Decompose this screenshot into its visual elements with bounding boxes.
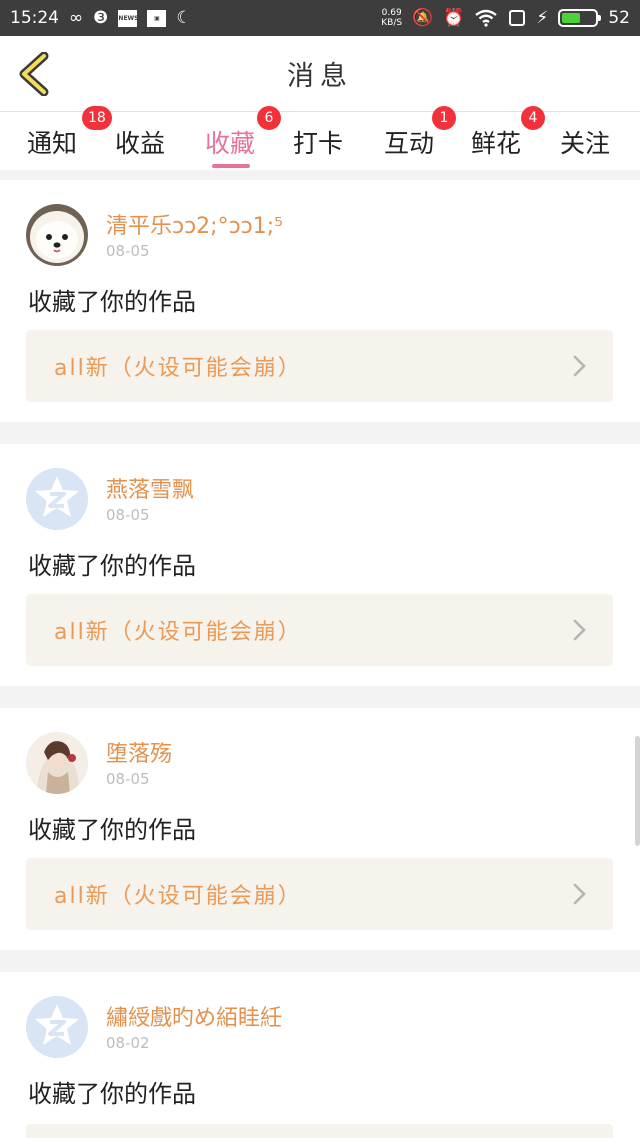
- status-bar: 15:24 ∞ ❸ NEWS ▣ ☾ 0.69 KB/S 🔕 ⏰ ⚡ 52: [0, 0, 640, 36]
- news-icon: NEWS: [118, 9, 138, 27]
- wifi-icon: [475, 9, 498, 27]
- avatar[interactable]: [26, 468, 88, 530]
- username[interactable]: 堕落殇: [106, 736, 172, 768]
- clock: 15:24: [10, 8, 59, 28]
- sync-icon: ❸: [93, 7, 109, 28]
- tab-checkin[interactable]: 打卡: [293, 124, 343, 168]
- action-text: 收藏了你的作品: [28, 816, 196, 844]
- work-title: all新（火设可能会崩）: [54, 620, 302, 645]
- back-arrow-icon[interactable]: [14, 51, 54, 97]
- action-text: 收藏了你的作品: [28, 288, 196, 316]
- work-link[interactable]: all新（火设可能会崩）: [26, 594, 613, 666]
- charging-icon: ⚡: [536, 7, 549, 28]
- battery-icon: [558, 9, 602, 27]
- active-tab-indicator: [212, 164, 250, 168]
- qq-default-icon: [26, 468, 88, 530]
- avatar[interactable]: [26, 732, 88, 794]
- message-card: 堕落殇 08-05 收藏了你的作品 all新（火设可能会崩）: [0, 708, 640, 950]
- username[interactable]: 燕落雪飘: [106, 472, 194, 504]
- work-link[interactable]: [26, 1124, 613, 1138]
- qq-default-icon: [26, 996, 88, 1058]
- tab-flowers[interactable]: 鲜花: [471, 124, 521, 168]
- badge-interaction: 1: [432, 106, 456, 130]
- work-title: all新（火设可能会崩）: [54, 884, 302, 909]
- tab-notice[interactable]: 通知: [27, 124, 77, 168]
- mute-icon: 🔕: [412, 7, 434, 28]
- screen-icon: [509, 10, 526, 26]
- page-title: 消息: [287, 61, 353, 92]
- tab-interaction[interactable]: 互动: [384, 124, 434, 168]
- tab-income[interactable]: 收益: [115, 124, 165, 168]
- alarm-icon: ⏰: [443, 7, 465, 28]
- scrollbar[interactable]: [635, 736, 640, 846]
- chevron-right-icon: [573, 619, 586, 641]
- tab-follow[interactable]: 关注: [560, 124, 610, 168]
- battery-level: 52: [608, 8, 630, 28]
- avatar[interactable]: [26, 204, 88, 266]
- badge-favorites: 6: [257, 106, 281, 130]
- message-date: 08-02: [106, 1034, 150, 1052]
- app-header: 消息: [0, 36, 640, 112]
- work-link[interactable]: all新（火设可能会崩）: [26, 330, 613, 402]
- message-date: 08-05: [106, 242, 150, 260]
- work-title: all新（火设可能会崩）: [54, 356, 302, 381]
- message-date: 08-05: [106, 506, 150, 524]
- tab-favorites[interactable]: 收藏: [205, 124, 255, 168]
- work-link[interactable]: all新（火设可能会崩）: [26, 858, 613, 930]
- badge-flowers: 4: [521, 106, 545, 130]
- badge-notice: 18: [82, 106, 112, 130]
- username[interactable]: 清平乐ɔɔ2;°ɔɔ1;⁵: [106, 208, 283, 240]
- chevron-right-icon: [573, 883, 586, 905]
- moon-icon: ☾: [176, 7, 192, 28]
- avatar[interactable]: [26, 996, 88, 1058]
- username[interactable]: 繡綬戲旳め絔眭紝: [106, 1000, 282, 1032]
- message-card: 繡綬戲旳め絔眭紝 08-02 收藏了你的作品: [0, 972, 640, 1138]
- chevron-right-icon: [573, 355, 586, 377]
- action-text: 收藏了你的作品: [28, 552, 196, 580]
- message-card: 燕落雪飘 08-05 收藏了你的作品 all新（火设可能会崩）: [0, 444, 640, 686]
- message-date: 08-05: [106, 770, 150, 788]
- action-text: 收藏了你的作品: [28, 1080, 196, 1108]
- infinity-icon: ∞: [69, 7, 84, 28]
- net-speed: 0.69 KB/S: [381, 8, 403, 28]
- message-card: 清平乐ɔɔ2;°ɔɔ1;⁵ 08-05 收藏了你的作品 all新（火设可能会崩）: [0, 180, 640, 422]
- gallery-icon: ▣: [147, 9, 167, 27]
